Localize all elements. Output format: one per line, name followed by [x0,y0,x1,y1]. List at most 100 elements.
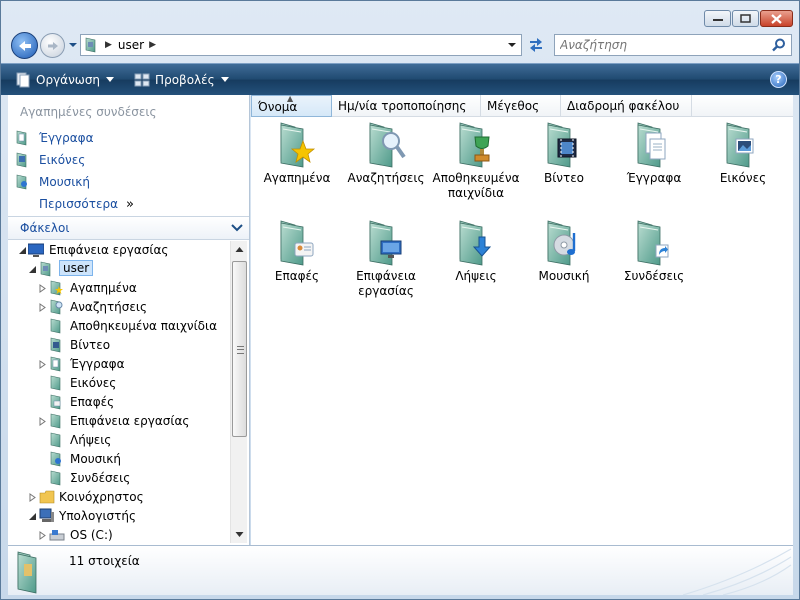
views-icon [134,73,150,86]
tree-item-desktop-folder[interactable]: Επιφάνεια εργασίας [8,412,230,431]
search-box[interactable] [554,34,792,56]
pictures-folder-icon [719,121,754,169]
back-button[interactable] [11,32,38,59]
views-button[interactable]: Προβολές [128,68,235,92]
chevron-down-icon [69,43,77,47]
views-label: Προβολές [155,72,215,87]
folder-item-contacts[interactable]: Επαφές [253,219,341,284]
tree-collapse-icon[interactable] [28,265,37,274]
folder-item-desktop[interactable]: Επιφάνεια εργασίας [342,219,430,299]
scroll-up-icon[interactable] [235,245,244,254]
address-bar[interactable]: ▶ user ▶ [80,34,522,56]
tree-item-music[interactable]: Μουσική [8,450,230,469]
folders-header[interactable]: Φάκελοι [8,216,249,240]
folder-tree: Επιφάνεια εργασίας user Αγαπημένα Αναζητ… [8,241,230,543]
folder-item-videos[interactable]: Βίντεο [520,121,608,186]
minimize-button[interactable] [704,10,731,27]
column-header-label: Μέγεθος [487,99,540,113]
chevron-down-icon [220,77,229,82]
column-header-size[interactable]: Μέγεθος [481,95,561,117]
maximize-button[interactable] [732,10,759,27]
tree-item-drive-c[interactable]: OS (C:) [8,526,230,543]
maximize-icon [740,14,751,23]
double-chevron-right-icon: » [125,196,134,212]
folder-item-saved-games[interactable]: Αποθηκευμένα παιχνίδια [432,121,520,201]
tree-collapse-icon[interactable] [18,246,27,255]
forward-button[interactable] [40,33,65,58]
folder-item-downloads[interactable]: Λήψεις [432,219,520,284]
tree-collapse-icon[interactable] [28,512,37,521]
navigation-pane: Αγαπημένες συνδέσεις Έγγραφα Εικόνες Μου… [8,95,250,545]
decorative-swoosh [682,548,792,595]
tree-item-saved-games[interactable]: Αποθηκευμένα παιχνίδια [8,317,230,336]
item-count: 11 στοιχεία [69,554,140,568]
organize-button[interactable]: Οργάνωση [9,68,120,92]
documents-folder-icon [630,121,666,169]
folder-item-favorites[interactable]: Αγαπημένα [253,121,341,186]
tree-item-searches[interactable]: Αναζητήσεις [8,298,230,317]
videos-folder-icon [540,121,577,169]
favorite-links-list: Έγγραφα Εικόνες Μουσική Περισσότερα » [15,127,134,215]
tree-item-label: Επιφάνεια εργασίας [49,243,169,257]
links-folder-icon [49,470,65,486]
tree-expand-icon[interactable] [38,360,47,369]
folder-item-label: Λήψεις [455,269,497,283]
column-header-name[interactable]: ▲ Όνομα [251,94,332,117]
command-bar: Οργάνωση Προβολές ? [1,63,799,95]
downloads-folder-icon [452,219,492,267]
favorite-link-label: Εικόνες [39,153,86,167]
tree-item-label: Κοινόχρηστος [59,490,144,504]
help-button[interactable]: ? [770,71,787,88]
tree-expand-icon[interactable] [28,493,37,502]
tree-item-downloads[interactable]: Λήψεις [8,431,230,450]
close-button[interactable] [760,10,793,27]
column-header-path[interactable]: Διαδρομή φακέλου [561,95,692,117]
tree-item-label: Συνδέσεις [70,471,131,485]
music-folder-icon [49,451,61,467]
scrollbar-thumb[interactable] [232,261,247,437]
explorer-window: ▶ user ▶ Οργάνωση Προβολές ? [0,0,800,600]
tree-expand-icon[interactable] [38,531,47,540]
column-header-modified[interactable]: Ημ/νία τροποποίησης [332,95,481,117]
search-input[interactable] [555,35,765,55]
tree-expand-icon[interactable] [38,284,47,293]
search-icon[interactable] [772,38,786,52]
tree-item-desktop[interactable]: Επιφάνεια εργασίας [8,241,230,260]
tree-item-contacts[interactable]: Επαφές [8,393,230,412]
scroll-down-icon[interactable] [235,530,244,539]
tree-item-videos[interactable]: Βίντεο [8,336,230,355]
more-links-button[interactable]: Περισσότερα » [15,193,134,215]
tree-item-computer[interactable]: Υπολογιστής [8,507,230,526]
refresh-button[interactable] [525,34,547,56]
breadcrumb-user[interactable]: user [118,38,144,52]
breadcrumb-separator-icon[interactable]: ▶ [149,40,156,50]
tree-item-label: Βίντεο [70,338,111,352]
tree-item-label: Λήψεις [70,433,112,447]
tree-item-public[interactable]: Κοινόχρηστος [8,488,230,507]
folder-item-music[interactable]: Μουσική [520,219,608,284]
chevron-down-icon [106,77,115,82]
sort-ascending-icon: ▲ [287,94,294,103]
folder-tree-scrollbar[interactable] [230,241,247,543]
tree-item-documents[interactable]: Έγγραφα [8,355,230,374]
tree-expand-icon[interactable] [38,417,47,426]
searches-folder-icon [49,299,63,315]
favorite-link-music[interactable]: Μουσική [15,171,134,193]
tree-item-pictures[interactable]: Εικόνες [8,374,230,393]
tree-item-user[interactable]: user [8,260,230,279]
favorite-link-documents[interactable]: Έγγραφα [15,127,134,149]
folder-item-pictures[interactable]: Εικόνες [699,121,787,186]
recent-pages-button[interactable] [67,39,79,51]
tree-item-links[interactable]: Συνδέσεις [8,469,230,488]
favorite-link-pictures[interactable]: Εικόνες [15,149,134,171]
documents-icon [15,130,31,146]
tree-item-favorites[interactable]: Αγαπημένα [8,279,230,298]
contacts-folder-icon [273,219,314,267]
tree-expand-icon[interactable] [38,303,47,312]
organize-icon [16,72,30,87]
folder-item-searches[interactable]: Αναζητήσεις [342,121,430,186]
address-dropdown-icon[interactable] [507,41,517,49]
folder-item-documents[interactable]: Έγγραφα [610,121,698,186]
folder-item-links[interactable]: Συνδέσεις [610,219,698,284]
breadcrumb-separator-icon[interactable]: ▶ [105,40,112,50]
